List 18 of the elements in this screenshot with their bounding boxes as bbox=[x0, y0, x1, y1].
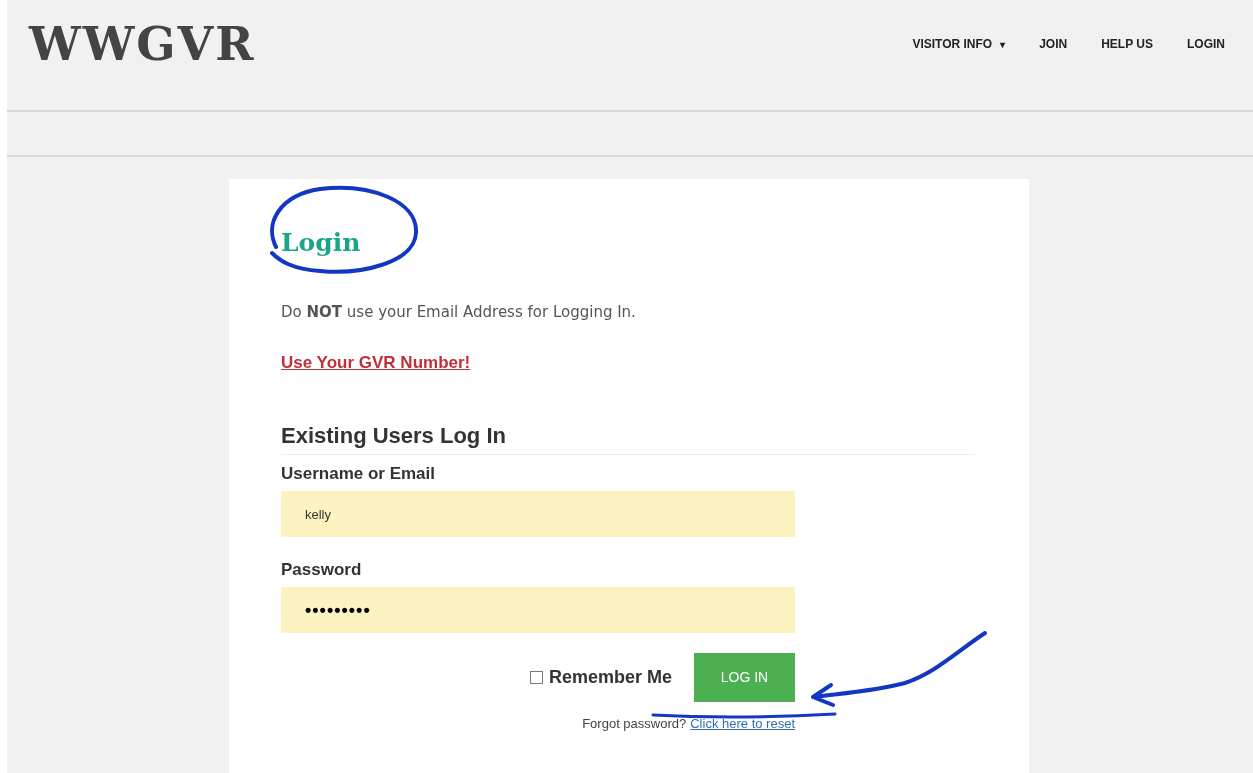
nav-link[interactable]: JOIN bbox=[1039, 35, 1068, 53]
site-logo[interactable]: WWGVR bbox=[29, 9, 256, 79]
notice-text: Do NOT use your Email Address for Logging In. bbox=[281, 302, 637, 323]
username-field[interactable]: kelly bbox=[281, 491, 795, 537]
field-label: Username or Email bbox=[281, 463, 436, 485]
nav-link[interactable]: HELP US bbox=[1101, 35, 1153, 53]
reset-link[interactable]: Click here to reset bbox=[690, 714, 795, 734]
field-label: Password bbox=[281, 559, 363, 581]
login-title: Login bbox=[281, 227, 362, 259]
section-title: Existing Users Log In bbox=[281, 422, 507, 450]
remember-label: Remember Me bbox=[548, 666, 672, 689]
forgot-text: Forgot password? bbox=[582, 715, 687, 733]
password-field[interactable]: ••••••••• bbox=[281, 587, 795, 633]
gvr-number-link[interactable]: Use Your GVR Number! bbox=[281, 349, 471, 375]
nav-link[interactable]: LOGIN bbox=[1187, 35, 1225, 53]
caret-icon: ▾ bbox=[1000, 36, 1006, 52]
nav-link[interactable]: VISITOR INFO ▾ bbox=[912, 35, 1006, 53]
remember-checkbox[interactable] bbox=[529, 671, 543, 684]
